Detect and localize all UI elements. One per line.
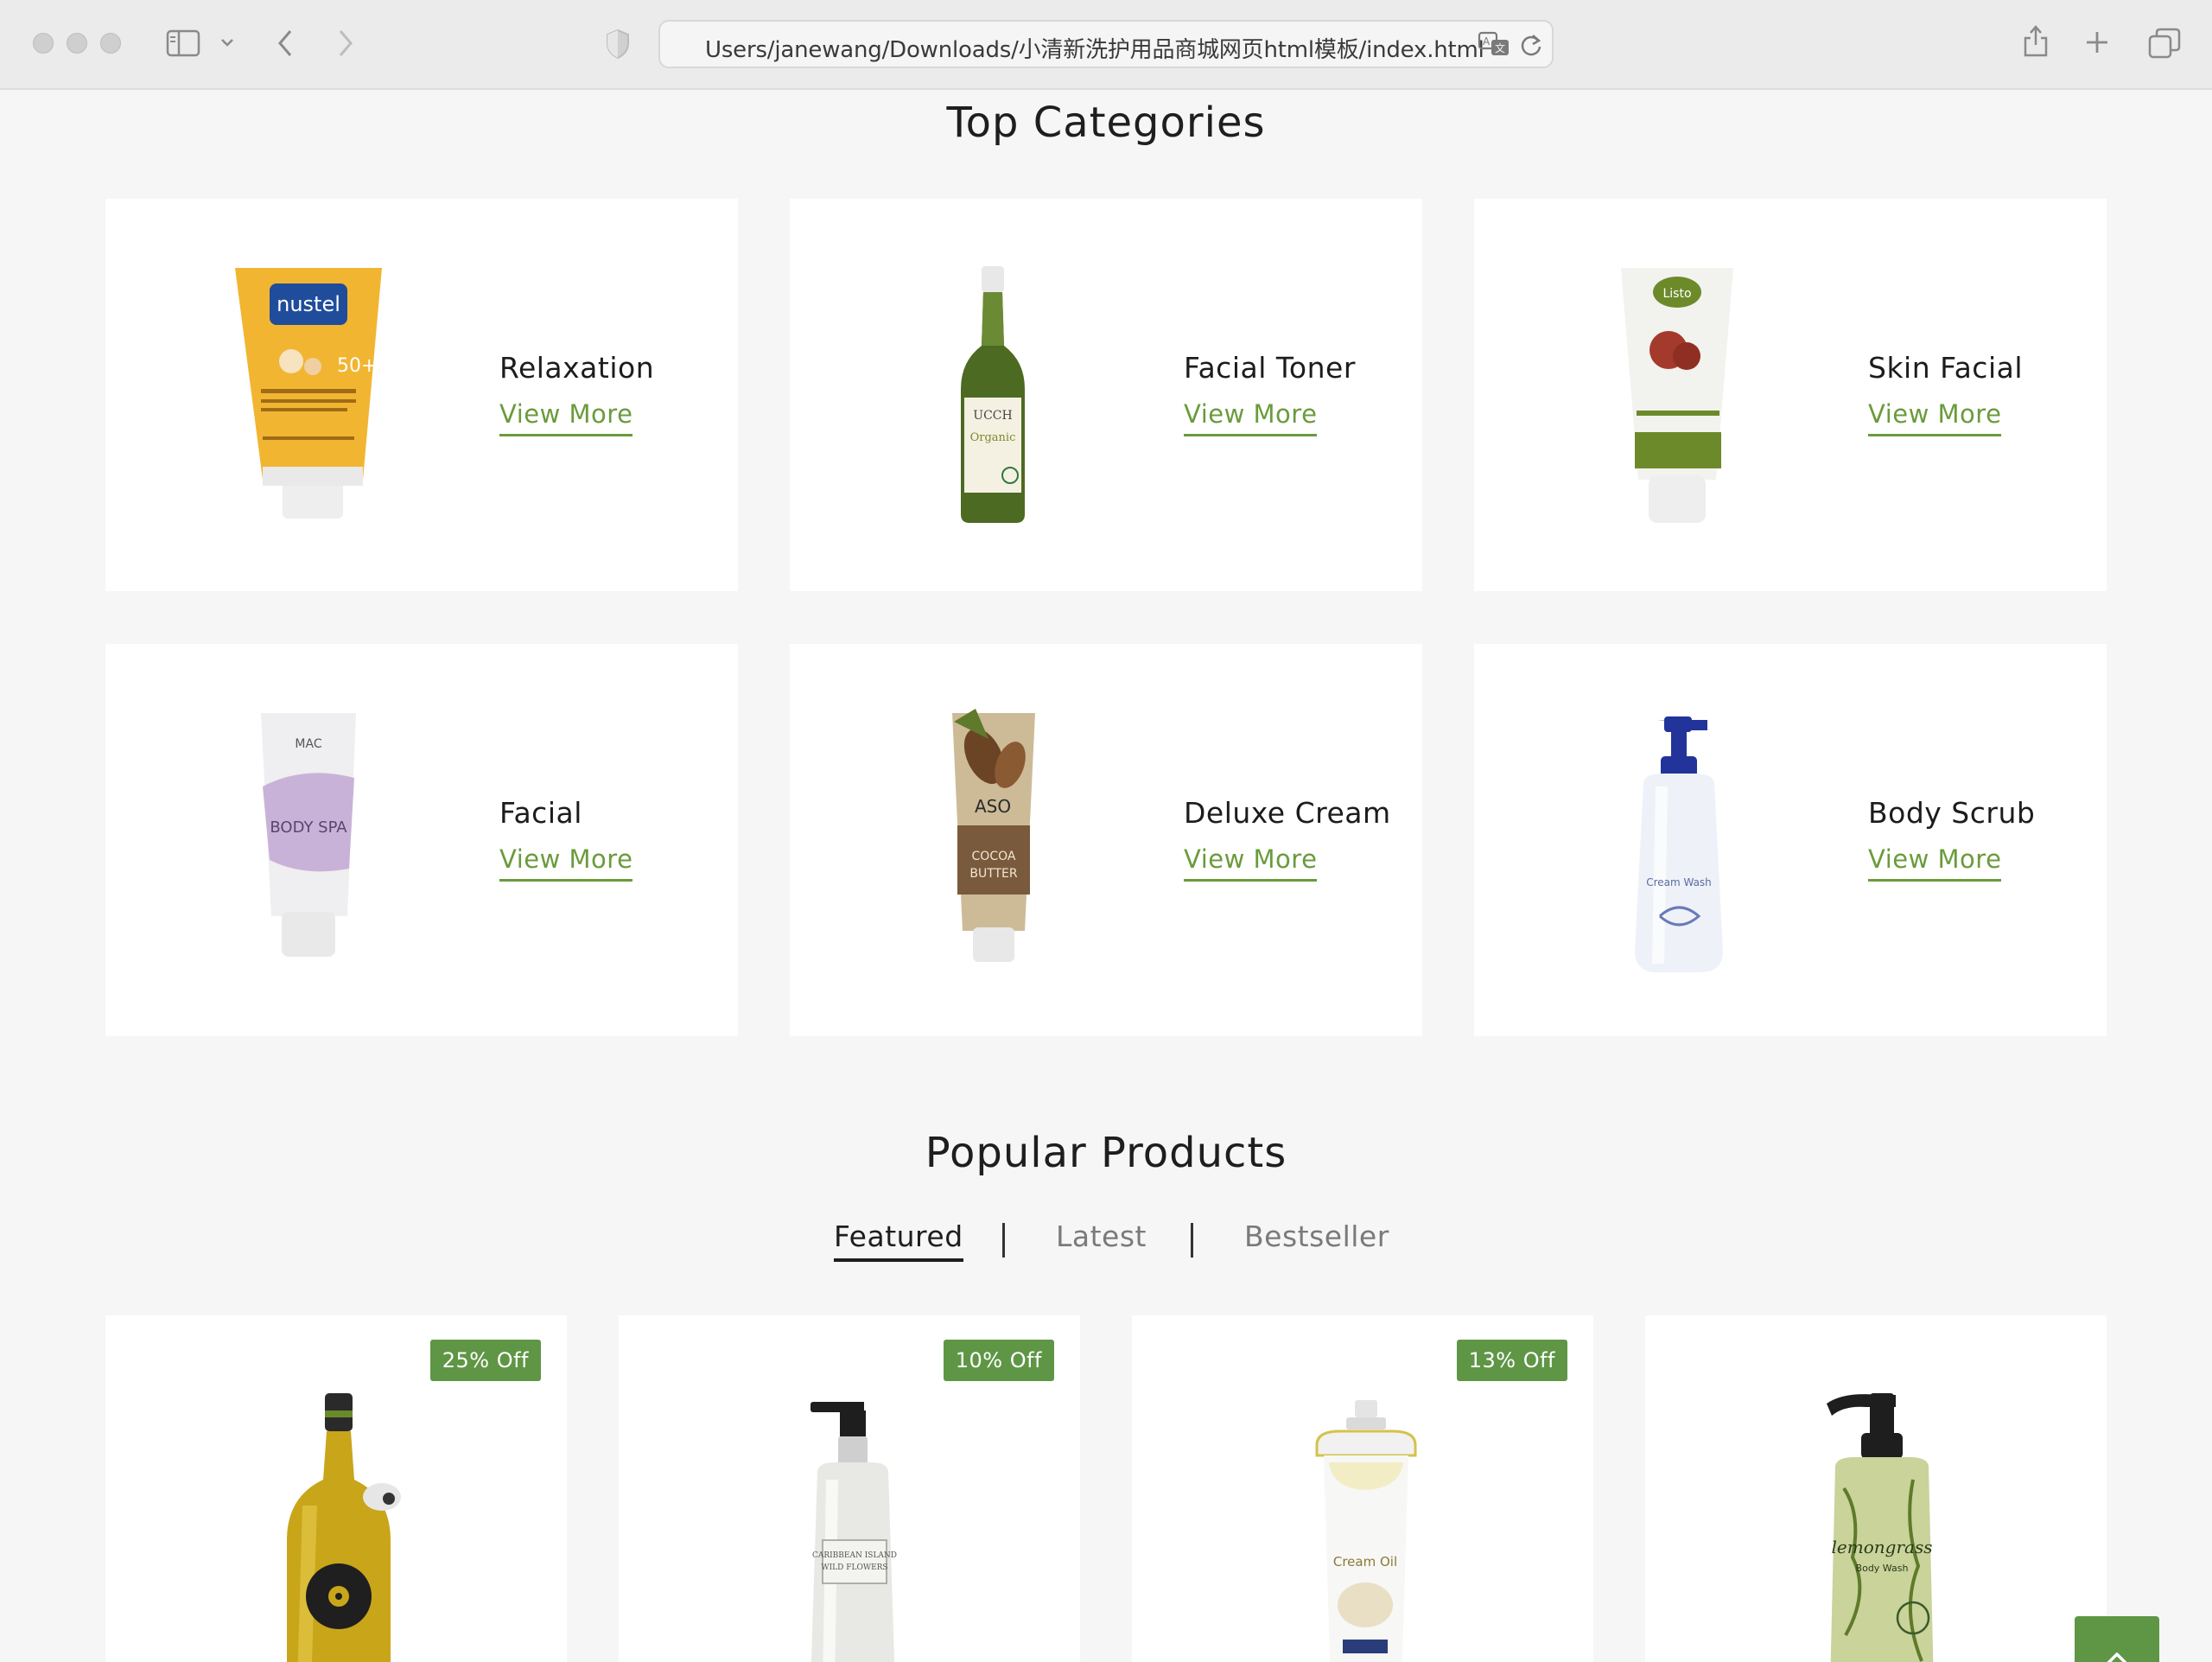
svg-text:Organic: Organic — [970, 431, 1016, 444]
share-icon[interactable] — [2022, 22, 2050, 59]
oil-bottle-icon: UCCH Organic — [961, 266, 1025, 523]
translate-icon[interactable]: A 文 — [1478, 30, 1510, 58]
svg-text:50+: 50+ — [337, 355, 377, 377]
discount-badge: 25% Off — [429, 1340, 541, 1381]
close-window-button[interactable] — [33, 33, 54, 54]
svg-text:BODY SPA: BODY SPA — [270, 818, 347, 837]
svg-text:A: A — [1483, 35, 1491, 48]
tab-featured[interactable]: Featured — [834, 1219, 963, 1262]
discount-badge: 13% Off — [1456, 1340, 1567, 1381]
forward-icon[interactable] — [335, 28, 356, 59]
lotion-pump-bottle-icon: CARIBBEAN ISLAND WILD FLOWERS — [810, 1402, 897, 1662]
tab-latest[interactable]: Latest — [1056, 1219, 1147, 1253]
cream-oil-bottle-icon: Cream Oil — [1315, 1400, 1417, 1662]
cocoa-butter-tube-icon: ASO COCOA BUTTER — [952, 709, 1035, 962]
category-name: Skin Facial — [1868, 351, 2024, 385]
page-content: Top Categories nustel 50+ Relaxation Vie… — [0, 92, 2212, 1662]
popular-products-title: Popular Products — [925, 1129, 1287, 1177]
view-more-link[interactable]: View More — [499, 399, 633, 436]
tab-overview-icon[interactable] — [2148, 28, 2181, 59]
url-text: Users/janewang/Downloads/小清新洗护用品商城网页html… — [705, 37, 1484, 63]
tab-bestseller[interactable]: Bestseller — [1244, 1219, 1389, 1253]
category-card-relaxation: nustel 50+ Relaxation View More — [105, 199, 738, 591]
body-spa-tube-icon: MAC BODY SPA — [261, 713, 356, 957]
chevron-up-icon — [2107, 1652, 2127, 1662]
category-card-body-scrub: Cream Wash Body Scrub View More — [1474, 644, 2107, 1036]
category-name: Facial Toner — [1184, 351, 1356, 385]
svg-text:MAC: MAC — [295, 737, 321, 751]
svg-text:UCCH: UCCH — [973, 409, 1012, 423]
category-card-facial: MAC BODY SPA Facial View More — [105, 644, 738, 1036]
category-card-deluxe-cream: ASO COCOA BUTTER Deluxe Cream View More — [790, 644, 1422, 1036]
product-card[interactable]: 10% Off CARIBBEAN ISLAND WILD FLOWERS — [619, 1315, 1080, 1662]
back-icon[interactable] — [275, 28, 296, 59]
svg-text:CARIBBEAN ISLAND: CARIBBEAN ISLAND — [812, 1551, 897, 1560]
address-bar[interactable]: Users/janewang/Downloads/小清新洗护用品商城网页html… — [658, 20, 1554, 68]
svg-text:ASO: ASO — [975, 796, 1011, 817]
category-card-skin-facial: Listo Skin Facial View More — [1474, 199, 2107, 591]
discount-badge: 10% Off — [943, 1340, 1054, 1381]
pump-bottle-icon: Cream Wash — [1635, 716, 1723, 972]
privacy-shield-icon[interactable] — [605, 29, 631, 60]
sunscreen-tube-icon: nustel 50+ — [235, 268, 382, 519]
chevron-down-icon[interactable] — [219, 36, 235, 48]
svg-text:lemongrass: lemongrass — [1832, 1537, 1933, 1557]
view-more-link[interactable]: View More — [1184, 844, 1318, 882]
tab-divider — [1002, 1223, 1005, 1258]
category-name: Facial — [499, 796, 582, 830]
product-tabs: Featured Latest Bestseller — [0, 1219, 2212, 1271]
back-to-top-button[interactable] — [2075, 1616, 2159, 1662]
olive-oil-bottle-icon — [287, 1393, 401, 1662]
category-name: Relaxation — [499, 351, 655, 385]
category-name: Body Scrub — [1868, 796, 2036, 830]
svg-text:Body Wash: Body Wash — [1856, 1563, 1909, 1574]
zoom-window-button[interactable] — [100, 33, 121, 54]
lemongrass-body-wash-icon: lemongrass Body Wash — [1827, 1393, 1934, 1662]
svg-text:WILD FLOWERS: WILD FLOWERS — [821, 1563, 887, 1572]
product-card[interactable]: 13% Off Cream Oil — [1132, 1315, 1593, 1662]
product-card[interactable]: 25% Off — [105, 1315, 567, 1662]
view-more-link[interactable]: View More — [1868, 399, 2002, 436]
svg-text:Cream Wash: Cream Wash — [1646, 876, 1712, 888]
cream-tube-icon: Listo — [1621, 268, 1733, 523]
reload-icon[interactable] — [1519, 32, 1543, 58]
svg-text:文: 文 — [1495, 41, 1505, 54]
svg-text:nustel: nustel — [276, 292, 340, 316]
product-card[interactable]: lemongrass Body Wash — [1645, 1315, 2107, 1662]
tab-divider — [1191, 1223, 1193, 1258]
top-categories-title: Top Categories — [946, 99, 1266, 147]
minimize-window-button[interactable] — [67, 33, 87, 54]
category-name: Deluxe Cream — [1184, 796, 1391, 830]
view-more-link[interactable]: View More — [1184, 399, 1318, 436]
svg-text:BUTTER: BUTTER — [969, 867, 1018, 881]
browser-toolbar: Users/janewang/Downloads/小清新洗护用品商城网页html… — [0, 0, 2212, 90]
new-tab-icon[interactable] — [2084, 29, 2110, 55]
view-more-link[interactable]: View More — [1868, 844, 2002, 882]
svg-text:Cream Oil: Cream Oil — [1333, 1554, 1397, 1570]
view-more-link[interactable]: View More — [499, 844, 633, 882]
sidebar-icon[interactable] — [166, 29, 200, 57]
svg-text:Listo: Listo — [1662, 287, 1691, 301]
svg-text:COCOA: COCOA — [972, 850, 1016, 863]
category-card-facial-toner: UCCH Organic Facial Toner View More — [790, 199, 1422, 591]
